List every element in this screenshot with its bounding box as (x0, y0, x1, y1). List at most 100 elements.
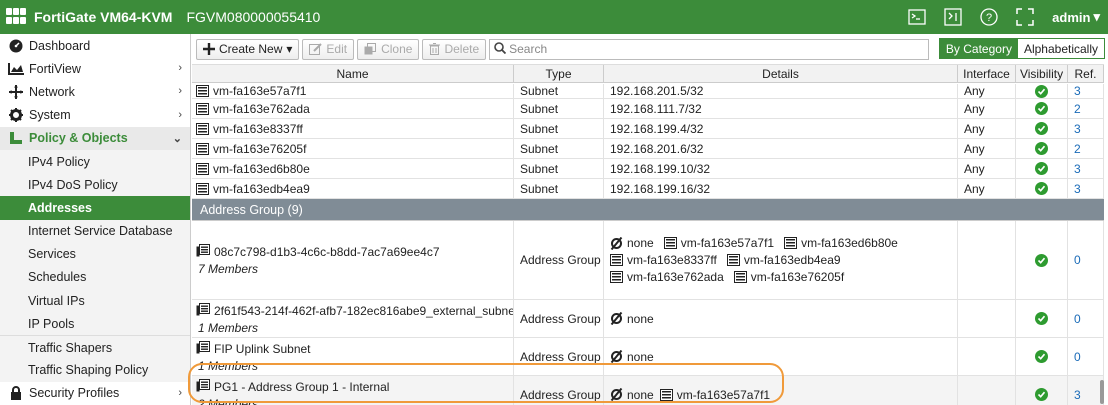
group-type: Address Group (514, 338, 604, 375)
address-interface: Any (958, 159, 1016, 178)
column-header-details[interactable]: Details (604, 65, 958, 82)
group-interface (958, 221, 1016, 299)
table-row[interactable]: PG1 - Address Group 1 - Internal 2 Membe… (192, 376, 1104, 405)
toolbar: Create New ▾ Edit Clone Delete Search By… (192, 37, 1108, 61)
sidebar-item-security-profiles[interactable]: Security Profiles › (0, 382, 190, 405)
sidebar-item-network[interactable]: Network › (0, 80, 190, 103)
group-interface (958, 338, 1016, 375)
address-interface: Any (958, 179, 1016, 198)
table-row[interactable]: 2f61f543-214f-462f-afb7-182ec816abe9_ext… (192, 300, 1104, 338)
sidebar-item-ipv4-policy[interactable]: IPv4 Policy (0, 149, 190, 174)
alphabetically-button[interactable]: Alphabetically (1017, 39, 1104, 58)
sidebar-item-services[interactable]: Services (0, 242, 190, 266)
column-header-ref[interactable]: Ref. (1068, 65, 1104, 82)
ref-link[interactable]: 2 (1068, 139, 1104, 158)
chevron-down-icon: ▾ (1093, 9, 1100, 24)
address-icon (196, 162, 209, 175)
group-type: Address Group (514, 376, 604, 405)
check-icon (1035, 312, 1048, 325)
ref-link[interactable]: 3 (1068, 119, 1104, 138)
sidebar-item-ipv4-dos-policy[interactable]: IPv4 DoS Policy (0, 173, 190, 197)
by-category-button[interactable]: By Category (939, 39, 1018, 58)
address-icon (196, 142, 209, 155)
sidebar-item-label: Network (29, 84, 75, 99)
sidebar: Dashboard FortiView › Network › System ›… (0, 34, 191, 405)
column-header-visibility[interactable]: Visibility (1016, 65, 1068, 82)
sidebar-item-traffic-shapers[interactable]: Traffic Shapers (0, 335, 190, 359)
address-name: vm-fa163e57a7f1 (213, 84, 307, 98)
sidebar-item-internet-service-database[interactable]: Internet Service Database (0, 219, 190, 243)
group-members-count: 2 Members (198, 396, 259, 405)
chevron-down-icon: ⌄ (172, 132, 182, 145)
user-menu[interactable]: admin ▾ (1052, 9, 1100, 25)
ref-link[interactable]: 3 (1068, 376, 1104, 405)
search-icon (494, 41, 507, 57)
address-icon (610, 271, 623, 283)
sidebar-item-virtual-ips[interactable]: Virtual IPs (0, 289, 190, 313)
address-name: vm-fa163e76205f (213, 141, 307, 156)
clone-button[interactable]: Clone (357, 38, 420, 60)
address-interface: Any (958, 119, 1016, 138)
address-type: Subnet (514, 84, 604, 98)
address-group-icon (196, 244, 210, 260)
address-icon (196, 122, 209, 135)
table-row[interactable]: vm-fa163e8337ff Subnet 192.168.199.4/32 Any… (192, 119, 1104, 139)
edit-icon (309, 43, 323, 55)
cli-console-icon[interactable] (908, 8, 926, 26)
group-type: Address Group (514, 300, 604, 337)
member-tag: vm-fa163edb4ea9 (743, 253, 841, 267)
table-row[interactable]: vm-fa163edb4ea9 Subnet 192.168.199.16/32 An… (192, 179, 1104, 199)
ref-link[interactable]: 3 (1068, 159, 1104, 178)
address-details: 192.168.111.7/32 (604, 99, 958, 118)
scrollbar[interactable] (1100, 380, 1104, 404)
address-type: Subnet (514, 179, 604, 198)
table-row[interactable]: vm-fa163e57a7f1 Subnet 192.168.201.5/32 Any… (192, 84, 1104, 99)
ref-link[interactable]: 0 (1068, 300, 1104, 337)
group-interface (958, 376, 1016, 405)
table-row[interactable]: FIP Uplink Subnet 1 Members Address Grou… (192, 338, 1104, 376)
delete-button[interactable]: Delete (422, 38, 487, 60)
sidebar-item-label: Internet Service Database (28, 224, 173, 239)
svg-text:?: ? (986, 12, 992, 24)
address-type: Subnet (514, 99, 604, 118)
group-header-address-group[interactable]: Address Group (9) (192, 199, 1104, 221)
group-name: FIP Uplink Subnet (214, 341, 311, 356)
search-placeholder: Search (509, 42, 548, 56)
none-icon (610, 350, 623, 363)
search-input[interactable]: Search (489, 38, 930, 60)
fullscreen-console-icon[interactable] (944, 8, 962, 26)
sidebar-item-traffic-shaping-policy[interactable]: Traffic Shaping Policy (0, 358, 190, 382)
sidebar-item-system[interactable]: System › (0, 104, 190, 127)
sidebar-item-dashboard[interactable]: Dashboard (0, 34, 190, 57)
sidebar-item-fortiview[interactable]: FortiView › (0, 57, 190, 80)
address-group-icon (196, 378, 210, 395)
sidebar-item-ip-pools[interactable]: IP Pools (0, 312, 190, 336)
ref-link[interactable]: 0 (1068, 338, 1104, 375)
expand-icon[interactable] (1016, 8, 1034, 26)
ref-link[interactable]: 3 (1068, 84, 1104, 98)
table-row[interactable]: 08c7c798-d1b3-4c6c-b8dd-7ac7a69ee4c7 7 M… (192, 221, 1104, 300)
member-tag-none: none (627, 349, 654, 364)
table-row[interactable]: vm-fa163e76205f Subnet 192.168.201.6/32 Any… (192, 139, 1104, 159)
sidebar-item-schedules[interactable]: Schedules (0, 265, 190, 290)
table-row[interactable]: vm-fa163ed6b80e Subnet 192.168.199.10/32 An… (192, 159, 1104, 179)
column-header-name[interactable]: Name (192, 65, 514, 82)
sidebar-item-label: Services (28, 247, 76, 262)
chevron-right-icon: › (178, 85, 182, 98)
member-tag: vm-fa163ed6b80e (801, 236, 898, 250)
none-icon (610, 388, 623, 401)
gear-icon (8, 108, 24, 123)
help-icon[interactable]: ? (980, 8, 998, 26)
ref-link[interactable]: 3 (1068, 179, 1104, 198)
create-new-button[interactable]: Create New ▾ (196, 38, 300, 60)
sidebar-item-policy-objects[interactable]: Policy & Objects ⌄ (0, 126, 190, 150)
column-header-interface[interactable]: Interface (958, 65, 1016, 82)
ref-link[interactable]: 0 (1068, 221, 1104, 299)
device-name: FortiGate VM64-KVM (34, 9, 173, 25)
ref-link[interactable]: 2 (1068, 99, 1104, 118)
column-header-type[interactable]: Type (514, 65, 604, 82)
sidebar-item-addresses[interactable]: Addresses (0, 196, 190, 220)
table-row[interactable]: vm-fa163e762ada Subnet 192.168.111.7/32 Any… (192, 99, 1104, 119)
edit-button[interactable]: Edit (302, 38, 355, 60)
sidebar-item-label: IPv4 DoS Policy (28, 177, 118, 192)
